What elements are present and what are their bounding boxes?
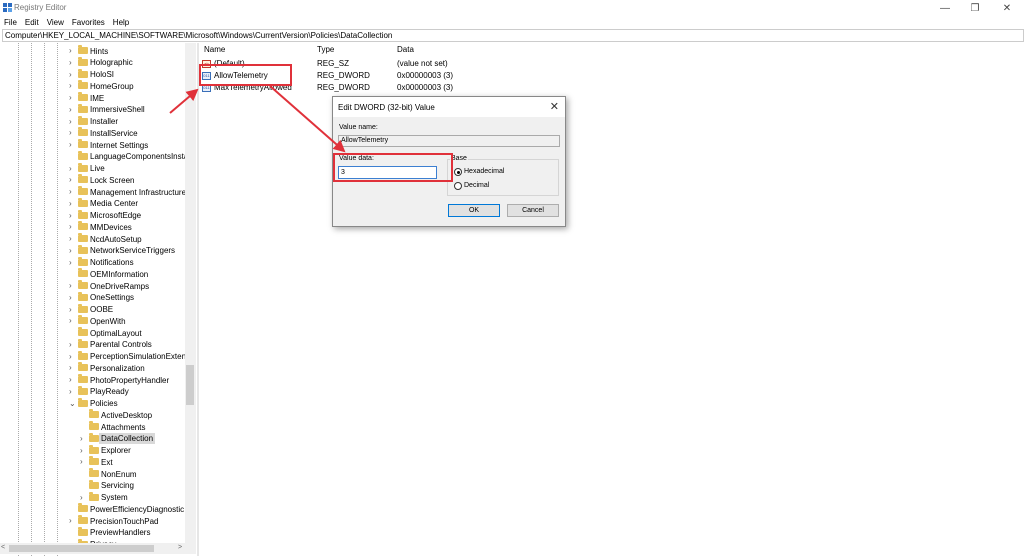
- arrow-to-allowtelemetry: [169, 88, 199, 114]
- arrow-to-value-data: [269, 85, 346, 153]
- annotation-arrows: [169, 85, 346, 153]
